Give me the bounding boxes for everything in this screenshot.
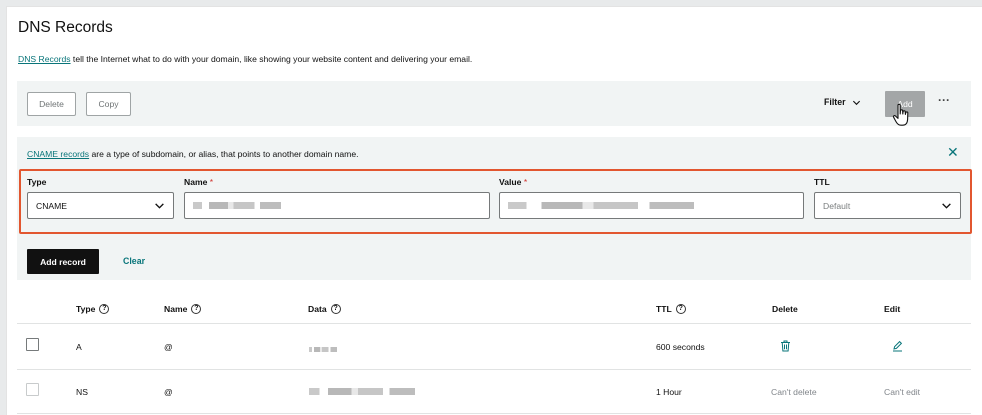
more-options-icon[interactable]: ··· <box>938 93 950 107</box>
row-divider <box>17 413 971 414</box>
filter-label: Filter <box>824 97 846 107</box>
clear-button[interactable]: Clear <box>123 256 145 266</box>
hand-pointer-icon <box>892 103 909 126</box>
name-label: Name * <box>184 177 213 187</box>
page-title: DNS Records <box>18 19 113 36</box>
type-select-value: CNAME <box>36 200 68 211</box>
column-header-type[interactable]: Type? <box>76 304 110 314</box>
row-divider <box>17 369 971 370</box>
value-input[interactable] <box>499 192 804 219</box>
intro-text: DNS Records tell the Internet what to do… <box>18 54 472 64</box>
column-header-name[interactable]: Name? <box>164 304 202 314</box>
type-label: Type <box>27 177 47 187</box>
redacted-data <box>309 347 337 352</box>
chevron-down-icon <box>155 203 164 209</box>
row-data <box>309 344 337 354</box>
help-icon[interactable]: ? <box>99 304 110 314</box>
row-checkbox[interactable] <box>26 383 39 396</box>
row-name: @ <box>164 342 173 352</box>
name-input[interactable] <box>184 192 490 219</box>
ttl-header-label: TTL <box>656 304 672 314</box>
row-checkbox[interactable] <box>26 338 39 351</box>
redacted-value <box>508 202 694 209</box>
chevron-down-icon <box>942 203 951 209</box>
column-header-data[interactable]: Data? <box>308 304 341 314</box>
close-icon[interactable]: ✕ <box>947 144 959 161</box>
add-record-button[interactable]: Add record <box>27 249 99 274</box>
copy-button[interactable]: Copy <box>86 92 131 116</box>
trash-icon[interactable] <box>780 340 791 352</box>
name-header-label: Name <box>164 304 188 314</box>
value-label: Value * <box>499 177 527 187</box>
type-header-label: Type <box>76 304 96 314</box>
redacted-name <box>193 202 281 209</box>
data-header-label: Data <box>308 304 327 314</box>
help-icon[interactable]: ? <box>330 304 341 314</box>
add-record-form: CNAME records are a type of subdomain, o… <box>17 137 972 280</box>
record-info-text: are a type of subdomain, or alias, that … <box>89 149 359 159</box>
redacted-data <box>309 388 415 395</box>
chevron-down-icon <box>852 100 860 105</box>
column-header-ttl[interactable]: TTL? <box>656 304 686 314</box>
value-label-text: Value <box>499 177 522 187</box>
row-name: @ <box>164 387 173 397</box>
row-ttl: 1 Hour <box>656 387 682 397</box>
pencil-icon[interactable] <box>892 340 903 352</box>
row-type: NS <box>76 387 88 397</box>
help-icon[interactable]: ? <box>191 304 202 314</box>
required-mark: * <box>523 177 528 187</box>
ttl-label: TTL <box>814 177 830 187</box>
row-delete-status: Can't delete <box>771 387 817 397</box>
column-header-delete: Delete <box>772 304 798 314</box>
row-type: A <box>76 342 82 352</box>
row-edit-status: Can't edit <box>884 387 921 397</box>
ttl-select-value: Default <box>823 200 851 211</box>
row-data <box>309 387 415 397</box>
help-icon[interactable]: ? <box>675 304 686 314</box>
dns-records-panel: DNS Records DNS Records tell the Interne… <box>6 6 982 415</box>
intro-description: tell the Internet what to do with your d… <box>70 54 473 64</box>
required-mark: * <box>209 177 214 187</box>
record-info: CNAME records are a type of subdomain, o… <box>27 149 359 159</box>
ttl-select[interactable]: Default <box>814 192 961 219</box>
cname-records-link[interactable]: CNAME records <box>27 149 89 159</box>
name-label-text: Name <box>184 177 208 187</box>
row-ttl: 600 seconds <box>656 342 705 352</box>
delete-button[interactable]: Delete <box>27 92 76 116</box>
column-header-edit: Edit <box>884 304 901 314</box>
header-divider <box>17 323 971 324</box>
toolbar: Delete Copy Filter Add ··· <box>17 81 971 126</box>
filter-dropdown[interactable]: Filter <box>824 97 861 107</box>
dns-records-link[interactable]: DNS Records <box>18 54 71 64</box>
type-select[interactable]: CNAME <box>27 192 174 219</box>
